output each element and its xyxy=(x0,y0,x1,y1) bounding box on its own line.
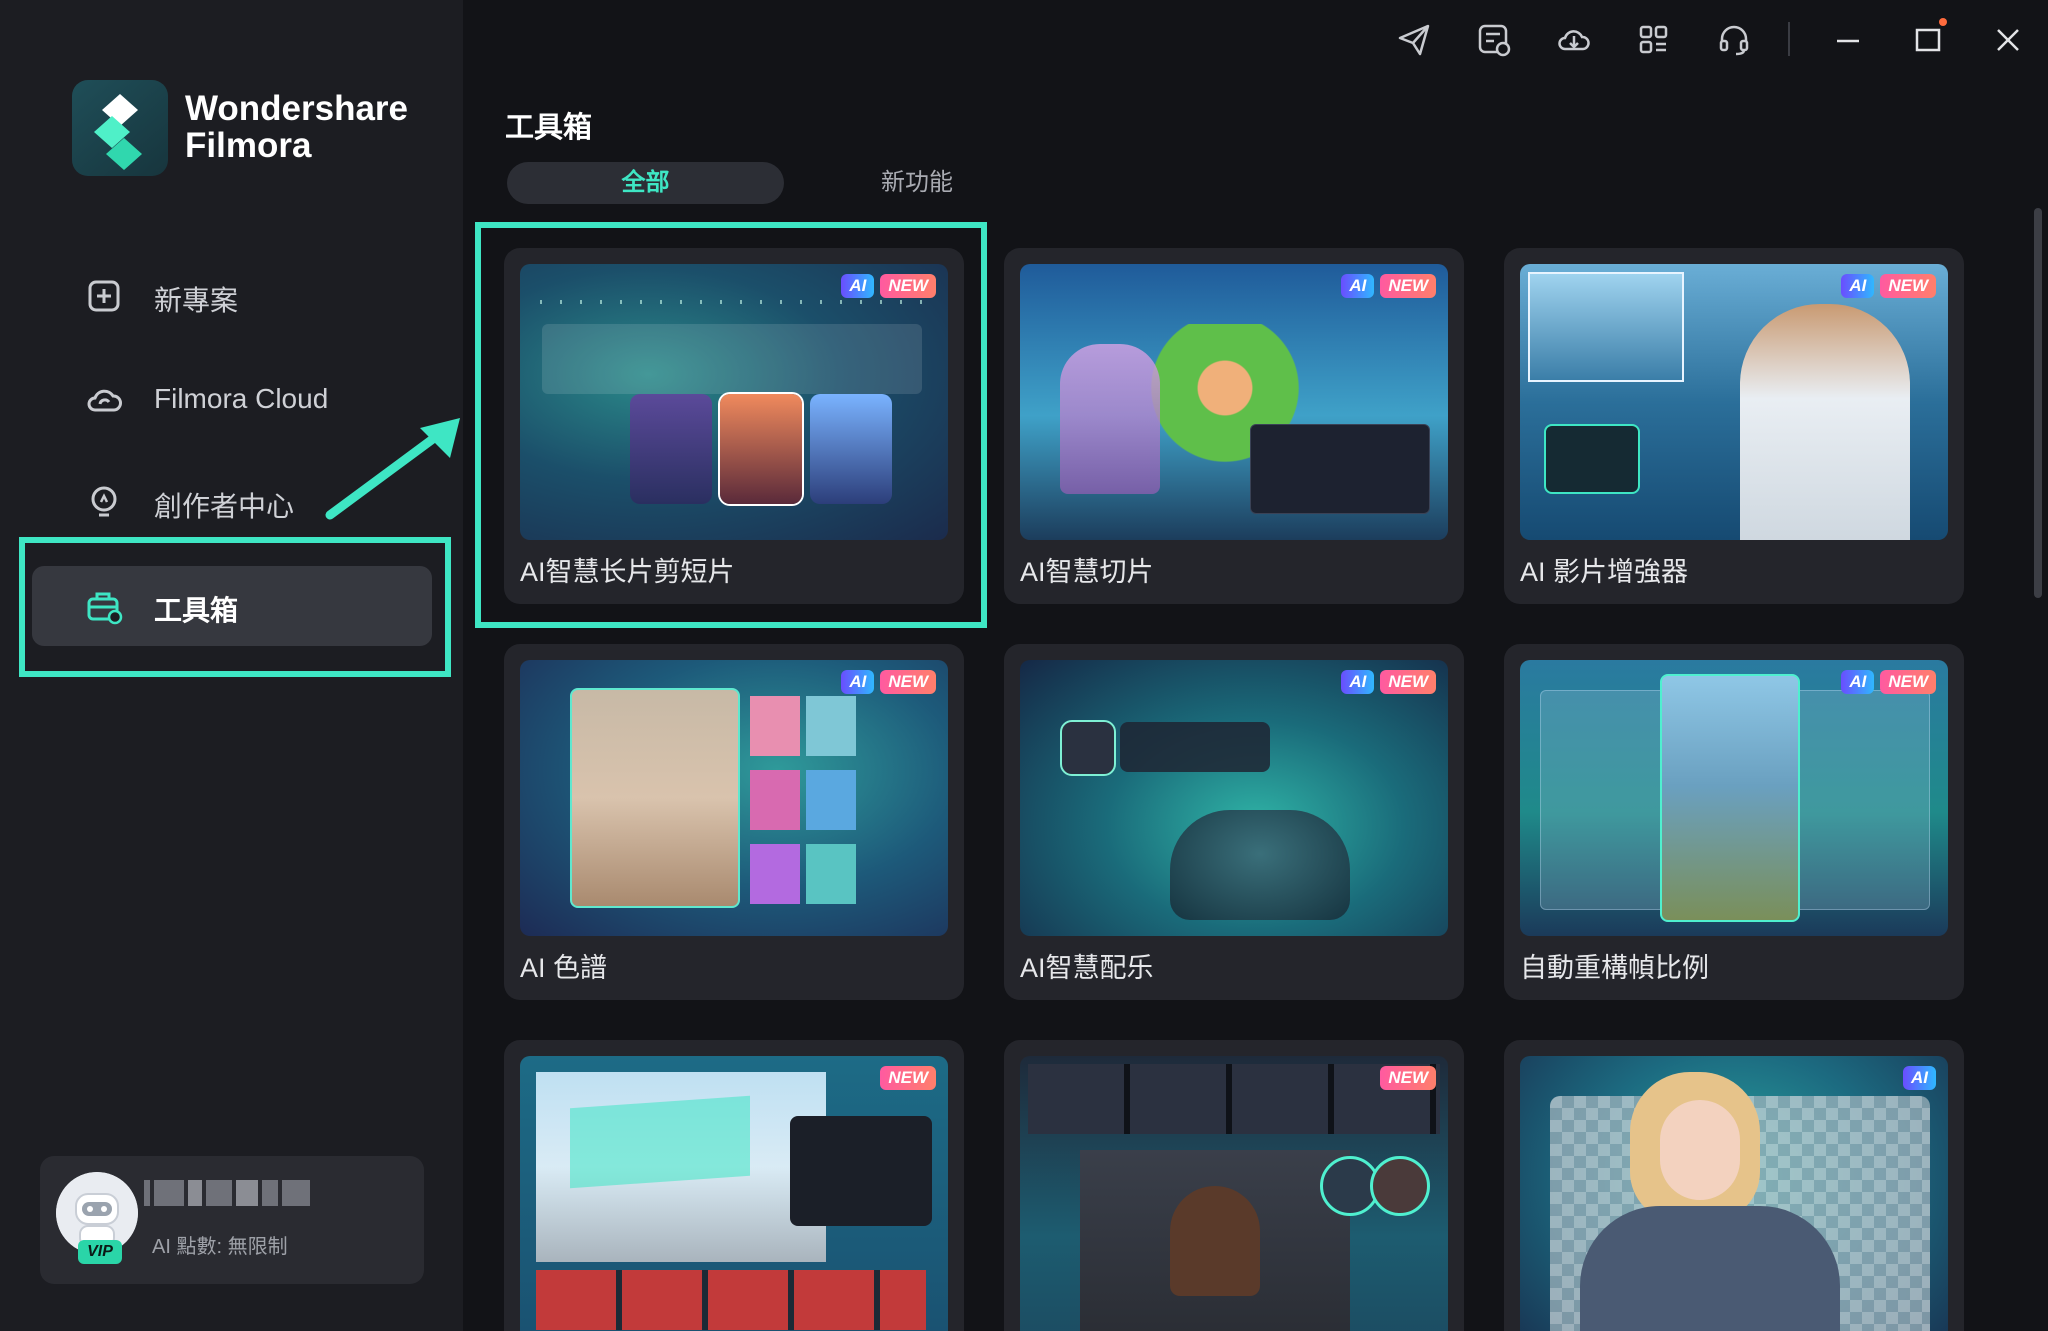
send-icon[interactable] xyxy=(1396,22,1432,58)
ai-badge: AI xyxy=(1341,670,1375,694)
brand-line2: Filmora xyxy=(185,126,312,165)
tool-card-ai-portrait-cutout[interactable]: AI xyxy=(1504,1040,1964,1331)
cloud-icon xyxy=(87,389,122,412)
filmora-logo-icon xyxy=(94,94,142,170)
card-thumbnail xyxy=(1520,660,1948,936)
task-list-icon[interactable] xyxy=(1476,22,1512,58)
lightbulb-icon xyxy=(91,486,117,517)
card-badges: AI xyxy=(1903,1066,1936,1090)
card-thumbnail xyxy=(520,660,948,936)
card-badges: NEW xyxy=(1380,1066,1436,1090)
new-badge: NEW xyxy=(1880,670,1936,694)
ai-points-text: AI 點數: 無限制 xyxy=(152,1236,288,1258)
card-thumbnail xyxy=(1520,264,1948,540)
card-thumbnail xyxy=(1020,264,1448,540)
user-account-card[interactable]: VIP AI 點數: 無限制 xyxy=(40,1156,424,1284)
new-badge: NEW xyxy=(880,670,936,694)
brand-line1: Wondershare xyxy=(185,89,409,128)
page-title: 工具箱 xyxy=(505,112,593,144)
sidebar-item-label: 新專案 xyxy=(154,285,239,316)
titlebar-separator xyxy=(1788,22,1790,56)
ai-badge: AI xyxy=(1841,670,1875,694)
card-title: AI智慧切片 xyxy=(1020,557,1154,587)
card-badges: NEW xyxy=(880,1066,936,1090)
card-thumbnail xyxy=(1020,1056,1448,1331)
ai-badge: AI xyxy=(1841,274,1875,298)
card-badges: AI NEW xyxy=(1841,670,1936,694)
new-badge: NEW xyxy=(1380,274,1436,298)
headset-icon[interactable] xyxy=(1716,22,1752,58)
card-thumbnail xyxy=(1020,660,1448,936)
card-badges: AI NEW xyxy=(1841,274,1936,298)
tool-card-ai-music[interactable]: AI NEW AI智慧配乐 xyxy=(1004,644,1464,1000)
new-badge: NEW xyxy=(1380,670,1436,694)
highlight-card-annotation xyxy=(475,222,987,628)
tool-card-ai-smart-cut[interactable]: AI NEW AI智慧切片 xyxy=(1004,248,1464,604)
highlight-toolbox-annotation xyxy=(19,537,451,677)
card-title: AI 影片增強器 xyxy=(1520,557,1689,587)
user-name-redacted xyxy=(144,1180,314,1208)
apps-grid-icon[interactable] xyxy=(1636,22,1672,58)
card-badges: AI NEW xyxy=(1341,670,1436,694)
vertical-scrollbar[interactable] xyxy=(2034,208,2042,598)
card-badges: AI NEW xyxy=(841,670,936,694)
brand-name: Wondershare Filmora xyxy=(185,90,408,164)
new-badge: NEW xyxy=(880,1066,936,1090)
card-thumbnail xyxy=(1520,1056,1948,1331)
tab-all[interactable]: 全部 xyxy=(507,162,784,204)
card-title: 自動重構幀比例 xyxy=(1520,953,1709,983)
tool-card-auto-reframe[interactable]: AI NEW 自動重構幀比例 xyxy=(1504,644,1964,1000)
annotation-arrow-icon xyxy=(325,418,460,520)
ai-badge: AI xyxy=(1903,1066,1936,1090)
tool-card-ai-video-enhancer[interactable]: AI NEW AI 影片增強器 xyxy=(1504,248,1964,604)
sidebar-item-label: 創作者中心 xyxy=(154,491,295,522)
card-thumbnail xyxy=(520,1056,948,1331)
close-icon[interactable] xyxy=(1990,22,2026,58)
tool-card-multicam[interactable]: NEW xyxy=(1004,1040,1464,1331)
cloud-sync-icon[interactable] xyxy=(1556,22,1592,58)
tab-new-features[interactable]: 新功能 xyxy=(857,162,977,204)
notification-dot xyxy=(1939,18,1947,26)
tab-bar: 全部 新功能 xyxy=(507,162,987,206)
card-title: AI智慧配乐 xyxy=(1020,953,1154,983)
ai-badge: AI xyxy=(841,670,875,694)
ai-badge: AI xyxy=(1341,274,1375,298)
tool-card-planar-tracking[interactable]: NEW xyxy=(504,1040,964,1331)
new-badge: NEW xyxy=(1880,274,1936,298)
tool-card-ai-color-palette[interactable]: AI NEW AI 色譜 xyxy=(504,644,964,1000)
plus-square-icon xyxy=(88,280,120,312)
sidebar-item-new-project[interactable]: 新專案 xyxy=(32,256,432,336)
card-badges: AI NEW xyxy=(1341,274,1436,298)
new-badge: NEW xyxy=(1380,1066,1436,1090)
card-title: AI 色譜 xyxy=(520,953,608,983)
vip-badge: VIP xyxy=(78,1240,122,1264)
minimize-icon[interactable] xyxy=(1830,22,1866,58)
sidebar-item-label: Filmora Cloud xyxy=(154,383,329,414)
maximize-icon[interactable] xyxy=(1910,22,1946,58)
filmora-logo[interactable] xyxy=(72,80,168,176)
